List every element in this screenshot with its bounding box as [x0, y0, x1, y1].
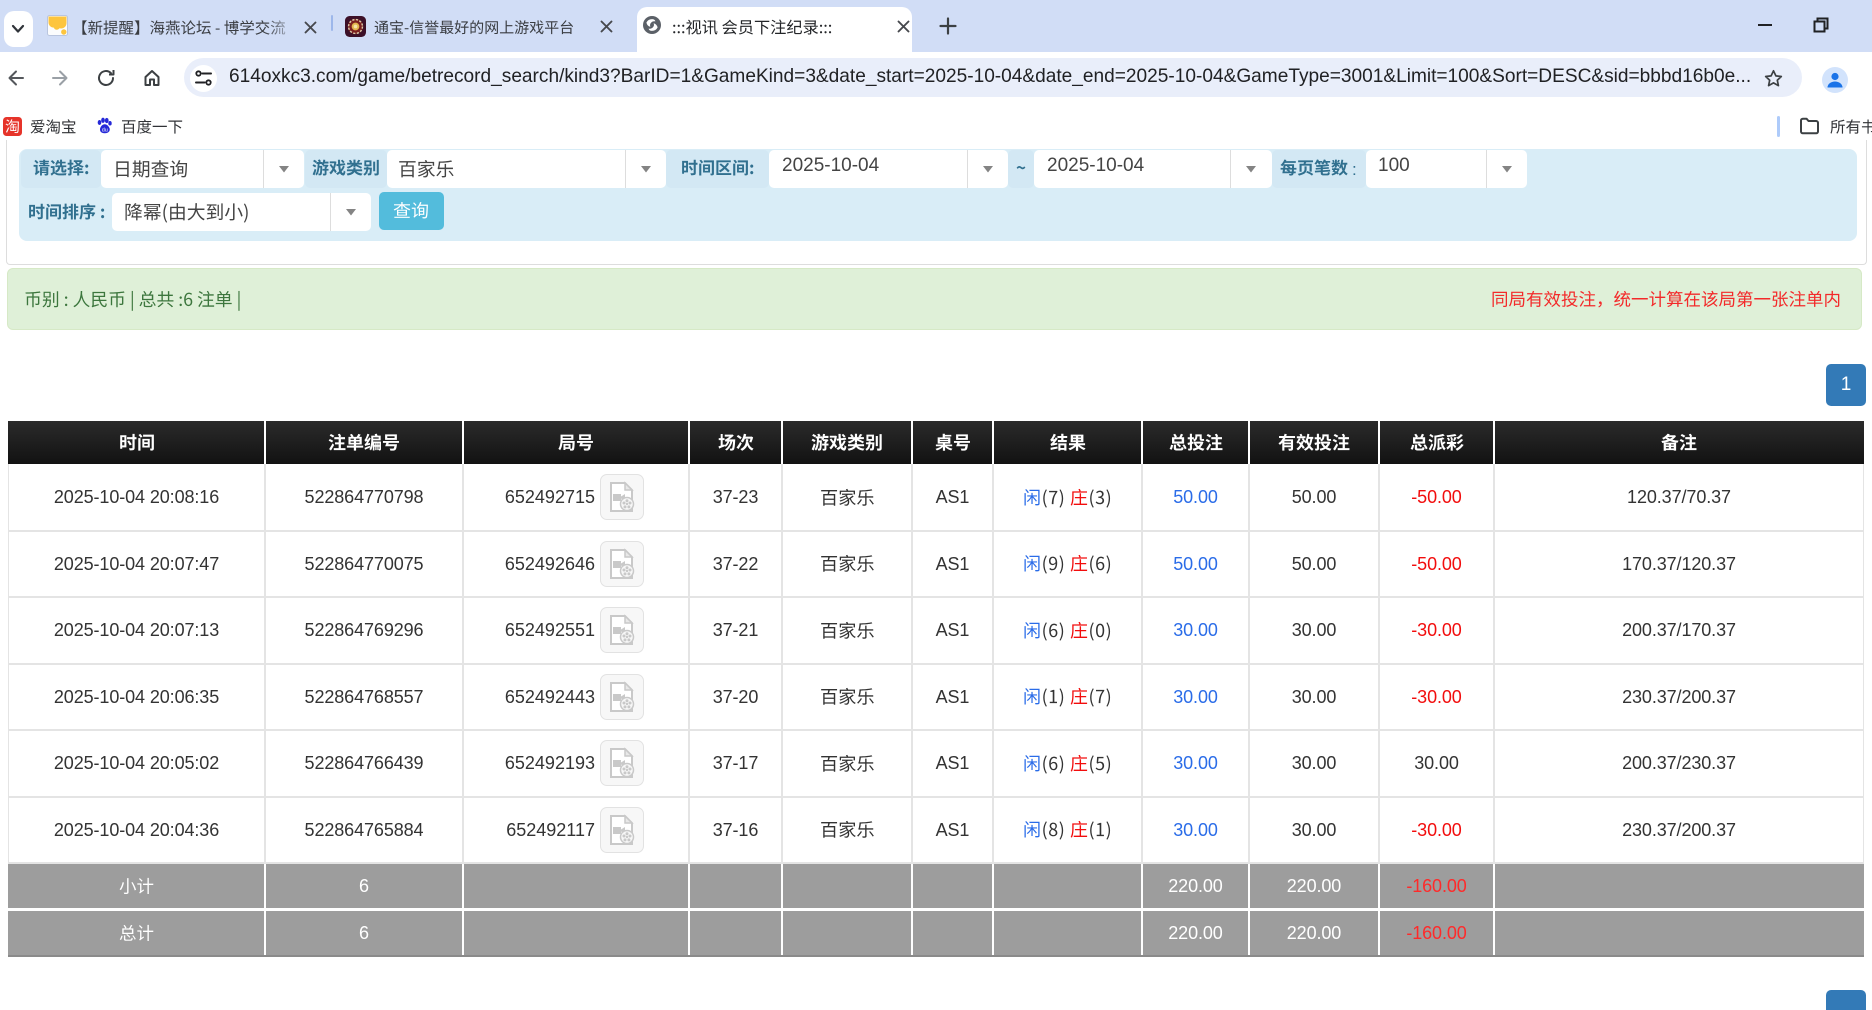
svg-text:du: du	[102, 128, 108, 134]
